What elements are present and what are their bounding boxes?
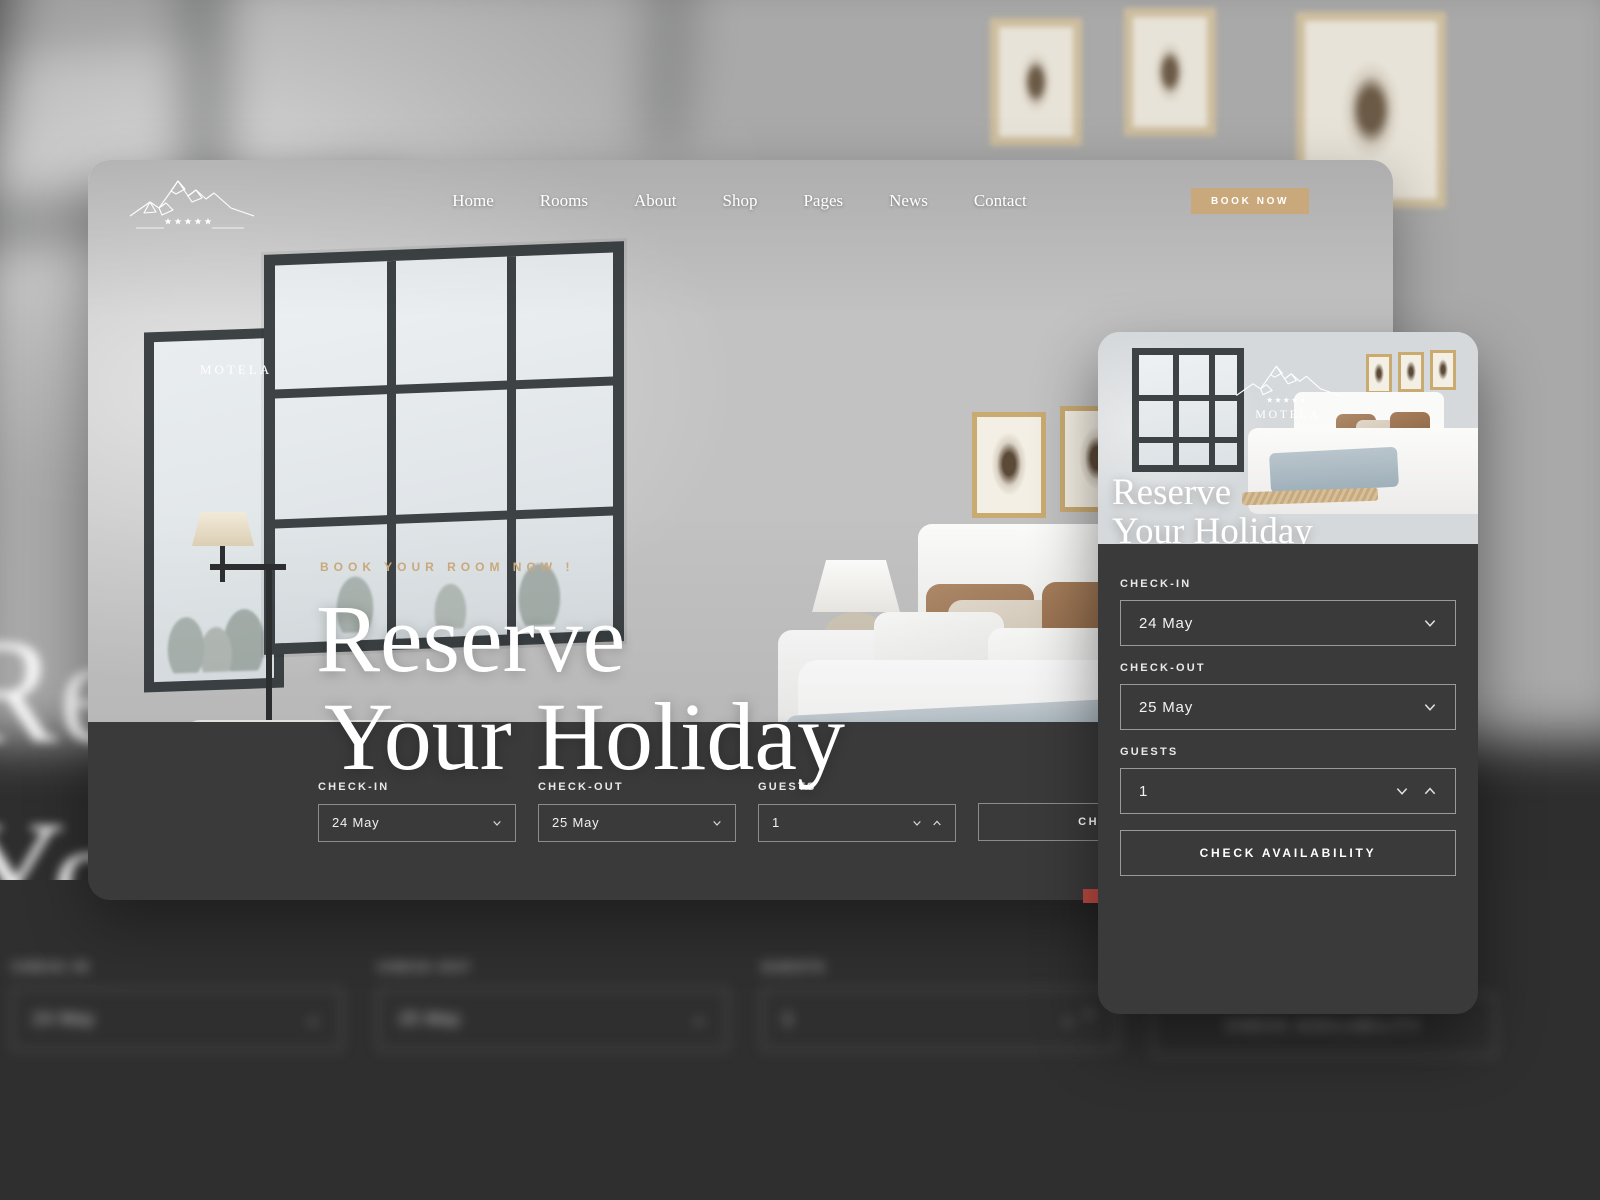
nav-links: Home Rooms About Shop Pages News Contact [288,191,1191,211]
background-checkout-box: 25 May ⌄ [378,988,728,1050]
chevron-down-icon [493,820,501,826]
mobile-checkin-select[interactable]: 24 May [1120,600,1456,646]
guests-stepper-controls [912,818,942,828]
wall-art-frame [1124,8,1216,136]
hero-title-line2: Your Holiday [324,682,845,790]
mobile-hero-title-line1: Reserve [1112,472,1232,514]
chevron-down-icon [1424,704,1436,711]
mountain-logo-icon [129,180,255,229]
checkin-value: 24 May [332,815,380,830]
window-mullion [0,4,221,40]
chevron-down-icon: ⌄ [305,1009,321,1028]
mobile-check-availability-button[interactable]: CHECK AVAILABILITY [1120,830,1456,876]
page-title: Reserve Your Holiday [316,590,845,786]
mobile-checkin-label: CHECK-IN [1120,578,1192,590]
background-guests-field: GUESTS 1 ⌄ ⌃ [762,960,1118,1050]
chevron-down-icon [1424,620,1436,627]
brand-wordmark: MOTELA [200,362,273,377]
background-checkin-box: 24 May ⌄ [12,988,342,1050]
mobile-hero-title-line2: Your Holiday [1112,511,1313,544]
mobile-checkout-label: CHECK-OUT [1120,662,1206,674]
book-now-button[interactable]: BOOK NOW [1191,188,1309,214]
background-checkin-label: CHECK-IN [12,960,90,974]
nav-item-rooms[interactable]: Rooms [540,191,588,211]
site-navbar: Home Rooms About Shop Pages News Contact… [88,160,1393,242]
chevron-up-icon[interactable] [1423,784,1437,798]
background-checkout-value: 25 May [399,1009,461,1028]
chevron-down-icon[interactable] [912,818,922,828]
mobile-checkin-value: 24 May [1139,614,1193,632]
wall-art-frame [990,18,1082,146]
mobile-booking-form: CHECK-IN 24 May CHECK-OUT 25 May GUESTS … [1098,544,1478,876]
window-mullion [1139,437,1237,443]
mobile-preview-panel: MOTELA Reserve Your Holiday CHECK-IN 24 … [1098,332,1478,1014]
background-checkout-label: CHECK-OUT [378,960,472,974]
mobile-checkout-value: 25 May [1139,698,1193,716]
nav-item-news[interactable]: News [889,191,928,211]
mobile-guests-value: 1 [1139,782,1149,800]
hero-eyebrow: BOOK YOUR ROOM NOW ! [320,560,575,574]
checkin-select[interactable]: 24 May [318,803,516,842]
mobile-brand-wordmark: MOTELA [1255,407,1321,421]
nav-item-home[interactable]: Home [452,191,494,211]
window-mullion [1139,395,1237,401]
hero-title-line1: Reserve [316,585,626,692]
nav-item-pages[interactable]: Pages [803,191,843,211]
background-guests-label: GUESTS [762,960,826,974]
mobile-hero-title: Reserve Your Holiday [1112,472,1313,544]
background-guests-box: 1 ⌄ ⌃ [762,988,1118,1050]
window-mullion [1209,355,1215,465]
nav-item-contact[interactable]: Contact [974,191,1027,211]
brand-logo[interactable] [88,172,288,230]
chevron-down-icon[interactable] [1395,784,1409,798]
mobile-guests-stepper[interactable]: 1 [1120,768,1456,814]
mountain-logo-icon [1236,365,1340,403]
guests-stepper[interactable]: 1 [758,803,956,842]
mobile-guests-stepper-controls [1395,784,1437,798]
chevron-up-icon[interactable] [932,818,942,828]
carousel-indicator-dot[interactable] [1083,889,1099,903]
wall-art-frame [1430,350,1456,390]
wall-art-frame [1398,352,1424,392]
checkout-value: 25 May [552,815,600,830]
background-checkout-field: CHECK-OUT 25 May ⌄ [378,960,728,1050]
nav-item-shop[interactable]: Shop [722,191,757,211]
mobile-checkout-select[interactable]: 25 May [1120,684,1456,730]
background-checkin-value: 24 May [33,1009,95,1028]
guests-value: 1 [772,815,781,830]
mobile-hero-photo: MOTELA Reserve Your Holiday [1098,332,1478,544]
nav-item-about[interactable]: About [634,191,677,211]
background-checkin-field: CHECK-IN 24 May ⌄ [12,960,342,1050]
background-guests-steppers: ⌄ ⌃ [1060,1009,1097,1028]
window-mullion [653,0,687,151]
background-guests-value: 1 [783,1009,794,1028]
mobile-brand-logo[interactable]: MOTELA [1233,358,1343,422]
mobile-guests-label: GUESTS [1120,746,1179,758]
mobile-window [1132,348,1244,472]
checkout-select[interactable]: 25 May [538,803,736,842]
wall-art-frame [1366,354,1392,394]
chevron-down-icon [713,820,721,826]
chevron-down-icon: ⌄ [691,1009,707,1028]
window-mullion [1173,355,1179,465]
